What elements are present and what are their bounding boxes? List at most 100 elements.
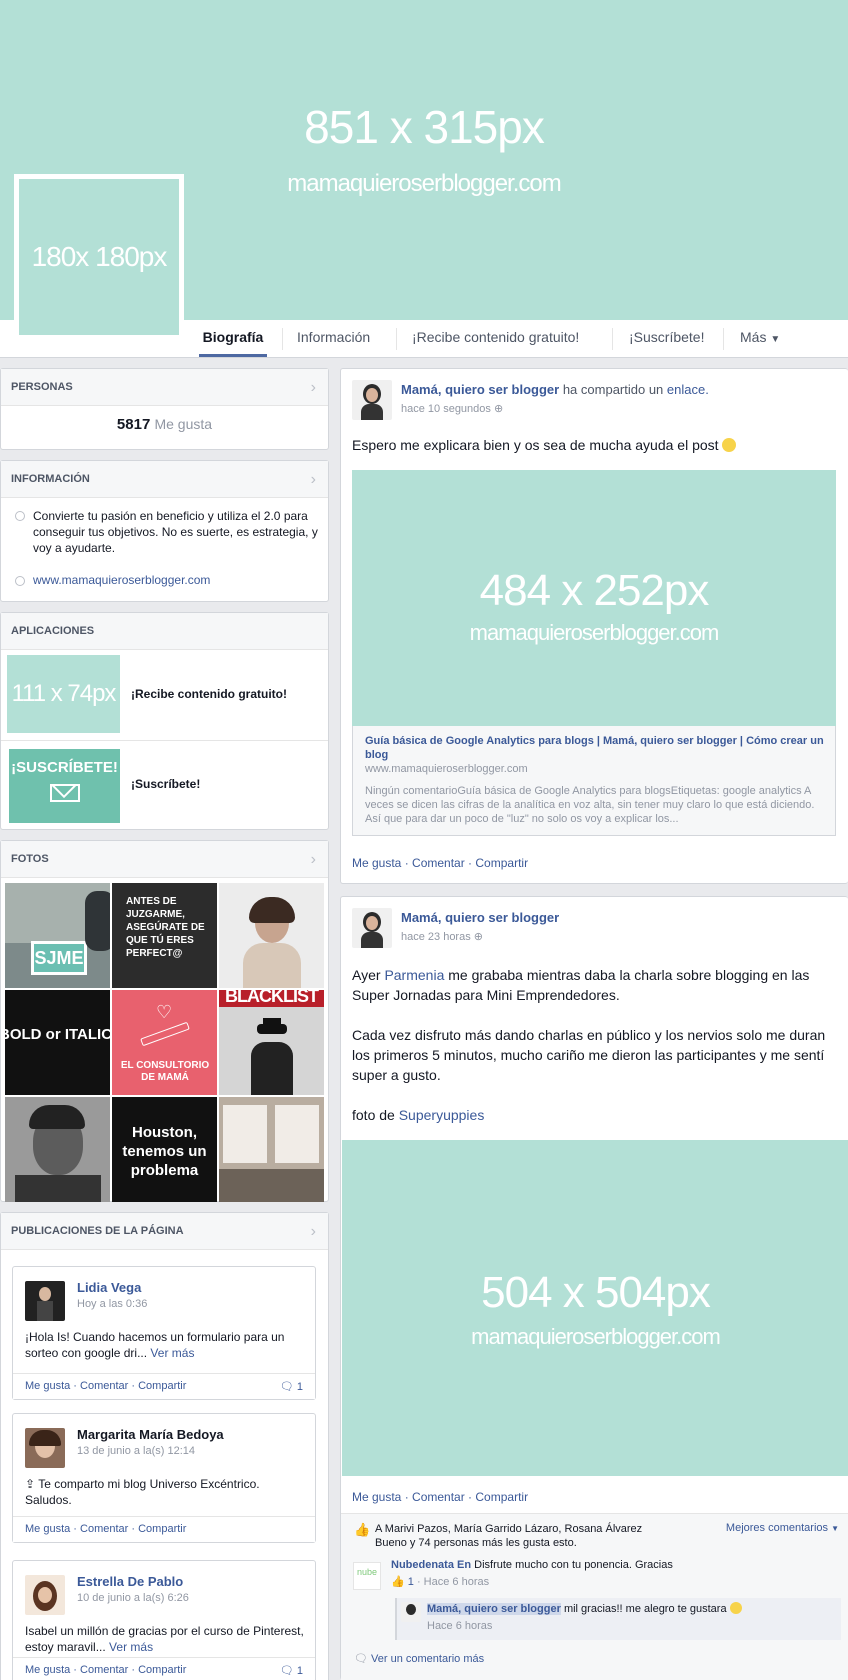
app-label: ¡Suscríbete! — [131, 777, 201, 791]
like-link[interactable]: Me gusta — [25, 1664, 70, 1676]
like-link[interactable]: Me gusta — [25, 1380, 70, 1392]
post-photo[interactable]: 504 x 504px mamaquieroserblogger.com — [342, 1140, 848, 1476]
avatar[interactable] — [25, 1281, 65, 1321]
likes-count: 5817 — [116, 416, 151, 433]
ver-mas-link[interactable]: Ver más — [150, 1346, 194, 1360]
info-icon — [15, 511, 25, 521]
panel-title: PERSONAS — [11, 381, 73, 393]
post-author[interactable]: Lidia Vega — [77, 1280, 141, 1295]
app-item[interactable]: ¡SUSCRÍBETE! ¡Suscríbete! — [1, 743, 328, 829]
post-time[interactable]: hace 10 segundos ⊕ — [401, 402, 503, 415]
link-title[interactable]: Guía básica de Google Analytics para blo… — [365, 734, 825, 762]
avatar[interactable] — [352, 380, 392, 420]
post-time[interactable]: 13 de junio a la(s) 12:14 — [77, 1445, 195, 1457]
photo-thumbnail[interactable]: ANTES DE JUZGARME, ASEGÚRATE DE QUE TÚ E… — [112, 883, 217, 988]
panel-title: FOTOS — [11, 853, 49, 865]
heart-icon: ♡ — [156, 1002, 173, 1022]
link-anchor[interactable]: enlace. — [667, 382, 709, 397]
link-preview-image[interactable]: 484 x 252px mamaquieroserblogger.com — [352, 470, 836, 726]
comment-link[interactable]: Comentar — [80, 1380, 128, 1392]
share-icon: ⇪ — [25, 1477, 36, 1491]
avatar[interactable] — [401, 1602, 421, 1622]
photo-thumbnail[interactable] — [219, 883, 324, 988]
post-text: ⇪ Te comparto mi blog Universo Excéntric… — [25, 1477, 260, 1507]
globe-icon — [15, 576, 25, 586]
avatar[interactable]: nube — [353, 1562, 381, 1590]
photo-thumbnail[interactable]: BOLD or ITALIC · NEVER REGULAR. — [5, 990, 110, 1095]
profile-picture[interactable]: 180x 180px — [14, 174, 184, 340]
post-text: ¡Hola Is! Cuando hacemos un formulario p… — [25, 1330, 285, 1360]
post-author[interactable]: Margarita María Bedoya — [77, 1427, 224, 1442]
comment-author[interactable]: Nubedenata En — [391, 1559, 471, 1571]
post-actions: Me gusta · Comentar · Compartir — [352, 856, 529, 870]
comment-link[interactable]: Comentar — [412, 856, 465, 870]
photo-thumbnail[interactable]: Houston, tenemos un problema — [112, 1097, 217, 1202]
comment-count[interactable]: 🗨 1 — [280, 1664, 303, 1677]
share-link[interactable]: Compartir — [475, 856, 528, 870]
post-actions: Me gusta · Comentar · Compartir 🗨 1 — [13, 1373, 315, 1399]
avatar[interactable] — [25, 1575, 65, 1615]
chevron-right-icon[interactable]: › — [311, 841, 316, 878]
reply-content: Mamá, quiero ser blogger mil gracias!! m… — [427, 1602, 742, 1615]
like-link[interactable]: Me gusta — [352, 1490, 401, 1504]
comment-link[interactable]: Comentar — [80, 1523, 128, 1535]
post-time[interactable]: Hoy a las 0:36 — [77, 1298, 147, 1310]
post-text: Espero me explicara bien y os sea de muc… — [352, 435, 737, 455]
share-link[interactable]: Compartir — [138, 1664, 186, 1676]
tab-recibe-contenido[interactable]: ¡Recibe contenido gratuito! — [412, 320, 579, 357]
thumbs-up-icon: 👍 — [354, 1522, 371, 1537]
tab-informacion[interactable]: Información — [297, 320, 370, 357]
avatar[interactable] — [25, 1428, 65, 1468]
chevron-right-icon[interactable]: › — [311, 369, 316, 406]
like-link[interactable]: Me gusta — [352, 856, 401, 870]
app-label: ¡Recibe contenido gratuito! — [131, 687, 287, 701]
reply-author[interactable]: Mamá, quiero ser blogger — [427, 1603, 561, 1615]
globe-icon: ⊕ — [473, 931, 483, 943]
share-link[interactable]: Compartir — [138, 1380, 186, 1392]
app-thumbnail: 111 x 74px — [7, 655, 120, 733]
comment-count[interactable]: 🗨 1 — [280, 1380, 303, 1393]
reply-time[interactable]: Hace 6 horas — [427, 1620, 492, 1632]
photo-thumbnail[interactable]: SJME — [5, 883, 110, 988]
chevron-down-icon: ▼ — [770, 334, 781, 345]
credit-link[interactable]: Superyuppies — [399, 1107, 485, 1123]
timeline-post: Mamá, quiero ser blogger ha compartido u… — [340, 368, 848, 884]
ver-mas-link[interactable]: Ver más — [109, 1640, 153, 1654]
website-link[interactable]: www.mamaquieroserblogger.com — [33, 573, 210, 587]
avatar[interactable] — [352, 908, 392, 948]
comment: Nubedenata En Disfrute mucho con tu pone… — [391, 1559, 673, 1571]
likes-summary[interactable]: A Marivi Pazos, María Garrido Lázaro, Ro… — [375, 1522, 675, 1550]
share-link[interactable]: Compartir — [475, 1490, 528, 1504]
post-time[interactable]: hace 23 horas ⊕ — [401, 930, 483, 943]
app-item[interactable]: 111 x 74px ¡Recibe contenido gratuito! — [1, 651, 328, 741]
post-actions: Me gusta · Comentar · Compartir — [352, 1490, 529, 1504]
post-author[interactable]: Estrella De Pablo — [77, 1574, 183, 1589]
app-thumbnail: ¡SUSCRÍBETE! — [9, 749, 120, 823]
tab-suscribete[interactable]: ¡Suscríbete! — [629, 320, 704, 357]
tab-mas[interactable]: Más ▼ — [740, 320, 780, 357]
photo-thumbnail[interactable] — [219, 1097, 324, 1202]
panel-title: PUBLICACIONES DE LA PÁGINA — [11, 1225, 184, 1237]
post-time[interactable]: 10 de junio a la(s) 6:26 — [77, 1592, 189, 1604]
post-actions: Me gusta · Comentar · Compartir — [13, 1516, 315, 1542]
post-author[interactable]: Mamá, quiero ser blogger — [401, 382, 559, 397]
photo-thumbnail[interactable] — [5, 1097, 110, 1202]
aplicaciones-panel: APLICACIONES 111 x 74px ¡Recibe contenid… — [0, 612, 329, 830]
link-preview[interactable]: Guía básica de Google Analytics para blo… — [352, 726, 836, 836]
like-link[interactable]: Me gusta — [25, 1523, 70, 1535]
panel-title: INFORMACIÓN — [11, 473, 90, 485]
chevron-right-icon[interactable]: › — [311, 1213, 316, 1250]
tab-biografia[interactable]: Biografía — [199, 320, 267, 357]
chevron-right-icon[interactable]: › — [311, 461, 316, 498]
top-comments-dropdown[interactable]: Mejores comentarios ▼ — [726, 1522, 839, 1534]
comment-icon: 🗨 — [279, 1381, 294, 1393]
comment-link[interactable]: Comentar — [80, 1664, 128, 1676]
photo-thumbnail[interactable]: BLACKLIST — [219, 990, 324, 1095]
photo-thumbnail[interactable]: ♡ EL CONSULTORIO DE MAMÁ — [112, 990, 217, 1095]
share-link[interactable]: Compartir — [138, 1523, 186, 1535]
tag-link[interactable]: Parmenia — [384, 967, 444, 983]
post-author[interactable]: Mamá, quiero ser blogger — [401, 910, 559, 925]
more-comments[interactable]: 🗨 Ver un comentario más — [354, 1652, 484, 1665]
page-post: Margarita María Bedoya 13 de junio a la(… — [12, 1413, 316, 1543]
comment-link[interactable]: Comentar — [412, 1490, 465, 1504]
